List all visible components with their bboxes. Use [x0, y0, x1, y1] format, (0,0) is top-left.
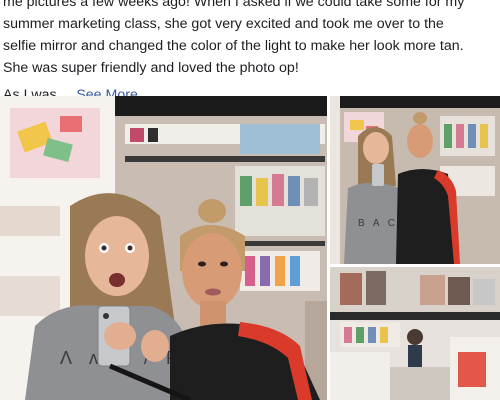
- post-text-line: me pictures a few weeks ago! When I aske…: [3, 0, 465, 10]
- shirt-print-text: B A C: [358, 218, 398, 229]
- post-text-line: selfie mirror and changed the color of t…: [3, 38, 464, 54]
- photo-main[interactable]: Ʌ ʌ Ʌ / R V O: [0, 96, 327, 400]
- post-text-line: summer marketing class, she got very exc…: [3, 16, 444, 32]
- photo-top-right[interactable]: B A C: [330, 96, 500, 264]
- photo-gallery: Ʌ ʌ Ʌ / R V O: [0, 96, 500, 400]
- post-text: me pictures a few weeks ago! When I aske…: [3, 0, 497, 106]
- photo-bottom-right[interactable]: [330, 267, 500, 400]
- post-text-line: She was super friendly and loved the pho…: [3, 60, 299, 76]
